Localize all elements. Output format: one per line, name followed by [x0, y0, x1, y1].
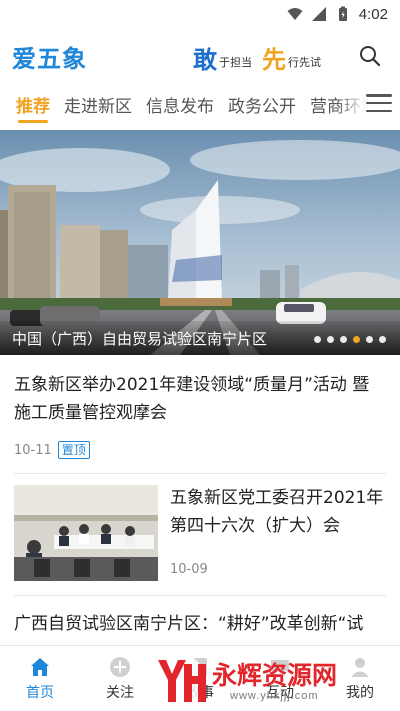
- slogan-text-2: 行先试: [288, 55, 321, 69]
- menu-icon[interactable]: [366, 91, 392, 115]
- nav-label: 政事: [186, 684, 214, 701]
- status-bar: 4:02: [0, 0, 400, 28]
- user-icon: [351, 657, 369, 677]
- app-header: 爱五象 敢 于担当 先 行先试: [0, 28, 400, 84]
- chat-icon: [271, 659, 289, 675]
- slogan: 敢 于担当 先 行先试: [193, 40, 329, 75]
- tab-recommend[interactable]: 推荐: [16, 86, 50, 123]
- pinned-badge: 置顶: [57, 441, 90, 459]
- news-date: 10-09: [170, 562, 208, 577]
- carousel-dot-active[interactable]: [353, 336, 360, 343]
- news-item[interactable]: 五象新区党工委召开2021年第四十六次（扩大）会 10-09: [0, 474, 400, 592]
- nav-label: 关注: [106, 684, 134, 701]
- slogan-char-1: 敢: [193, 45, 217, 74]
- wifi-icon: [287, 8, 303, 20]
- tab-government-affairs[interactable]: 政务公开: [228, 86, 296, 123]
- carousel-dot[interactable]: [379, 336, 386, 343]
- battery-icon: [338, 6, 347, 21]
- tabs-fade: [336, 84, 366, 124]
- carousel-dot[interactable]: [327, 336, 334, 343]
- nav-label: 首页: [26, 684, 54, 701]
- nav-interact[interactable]: 互动: [240, 646, 320, 711]
- slogan-text-1: 于担当: [219, 55, 252, 69]
- status-time: 4:02: [358, 5, 388, 23]
- news-title: 广西自贸试验区南宁片区：“耕好”改革创新“试: [14, 614, 364, 634]
- carousel-dot[interactable]: [340, 336, 347, 343]
- news-item[interactable]: 五象新区举办2021年建设领域“质量月”活动 暨施工质量管控观摩会 10-11 …: [0, 355, 400, 473]
- nav-mine[interactable]: 我的: [320, 646, 400, 711]
- carousel-dot[interactable]: [314, 336, 321, 343]
- tab-enter-new-district[interactable]: 走进新区: [64, 86, 132, 123]
- news-item[interactable]: 广西自贸试验区南宁片区：“耕好”改革创新“试: [0, 600, 400, 645]
- nav-follow[interactable]: 关注: [80, 646, 160, 711]
- news-meta: 10-11 置顶: [14, 441, 90, 459]
- carousel-dots: [314, 336, 386, 343]
- carousel-dot[interactable]: [366, 336, 373, 343]
- slogan-char-2: 先: [262, 45, 286, 74]
- news-title: 五象新区党工委召开2021年第四十六次（扩大）会: [170, 488, 384, 536]
- search-icon[interactable]: [358, 44, 382, 68]
- news-title: 五象新区举办2021年建设领域“质量月”活动 暨施工质量管控观摩会: [14, 375, 370, 423]
- tab-info-release[interactable]: 信息发布: [146, 86, 214, 123]
- nav-affairs[interactable]: 政事: [160, 646, 240, 711]
- news-date: 10-11: [14, 442, 52, 458]
- divider: [14, 595, 386, 596]
- app-logo: 爱五象: [12, 44, 87, 73]
- nav-label: 我的: [346, 684, 374, 701]
- home-icon: [31, 657, 49, 676]
- plus-circle-icon: [110, 656, 130, 677]
- news-thumbnail: [14, 485, 158, 581]
- document-icon: [193, 657, 207, 676]
- banner-carousel[interactable]: 中国（广西）自由贸易试验区南宁片区: [0, 130, 400, 355]
- nav-label: 互动: [266, 684, 294, 701]
- banner-caption-text: 中国（广西）自由贸易试验区南宁片区: [12, 329, 268, 348]
- signal-icon: [311, 7, 326, 21]
- nav-home[interactable]: 首页: [0, 646, 80, 711]
- bottom-nav: 首页 关注 政事 互动 我的: [0, 645, 400, 711]
